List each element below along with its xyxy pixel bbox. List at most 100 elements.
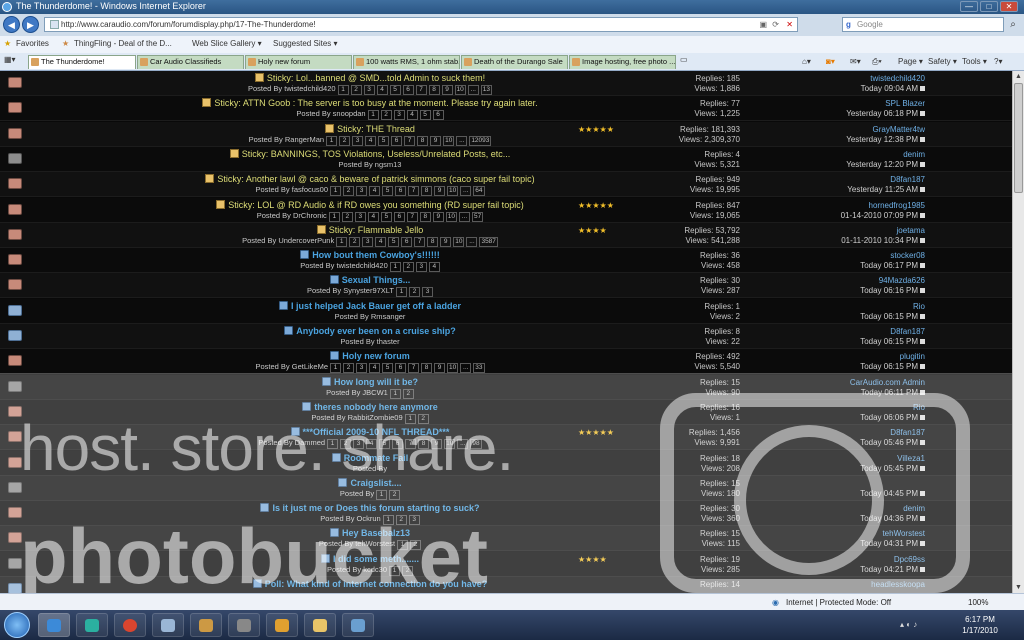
taskbar-app[interactable] <box>190 613 222 637</box>
maximize-button[interactable]: □ <box>980 1 998 12</box>
thread-row[interactable]: Sticky: Another lawl @ caco & beware of … <box>0 172 1012 197</box>
page-link[interactable]: 2 <box>395 515 407 525</box>
thread-row[interactable]: Holy new forum Posted By GetLikeMe 1 2 3 4 5 6 7… <box>0 349 1012 374</box>
page-link[interactable]: 4 <box>365 136 377 146</box>
thread-author[interactable]: Posted By UndercoverPunk <box>242 236 334 245</box>
thread-author[interactable]: Posted By tehWorstest <box>319 539 395 548</box>
fav-item-thingfling[interactable]: ThingFling - Deal of the D... <box>74 39 172 48</box>
page-link[interactable]: 3 <box>393 110 405 120</box>
address-input[interactable]: http://www.caraudio.com/forum/forumdispl… <box>44 17 798 32</box>
page-link[interactable]: 2 <box>343 363 355 373</box>
vertical-scrollbar[interactable]: ▲ ▼ <box>1012 71 1024 593</box>
help-menu[interactable]: ?▾ <box>994 57 1002 66</box>
page-link[interactable]: 6 <box>402 85 414 95</box>
thread-title-link[interactable]: Poll: What kind of internet connection d… <box>265 579 488 589</box>
compat-icon[interactable]: ▣ <box>759 19 767 31</box>
tab-classifieds[interactable]: Car Audio Classifieds <box>137 55 244 69</box>
thread-title-link[interactable]: Sticky: THE Thread <box>337 124 415 134</box>
page-link[interactable]: 6 <box>432 110 444 120</box>
thread-title-link[interactable]: Hey Basebalz13 <box>342 528 410 538</box>
stop-icon[interactable]: ✕ <box>786 19 793 31</box>
page-link[interactable]: 6 <box>392 439 404 449</box>
page-link[interactable]: ... <box>457 439 469 449</box>
go-to-last-post-icon[interactable] <box>920 137 925 142</box>
page-link[interactable]: 3 <box>362 237 374 247</box>
search-icon[interactable]: ⌕ <box>1006 18 1020 32</box>
page-link[interactable]: 7 <box>415 85 427 95</box>
thread-author[interactable]: Posted By <box>353 464 387 473</box>
page-link[interactable]: 8 <box>421 363 433 373</box>
thread-title-link[interactable]: Sticky: BANNINGS, TOS Violations, Useles… <box>242 149 511 159</box>
home-icon[interactable]: ⌂▾ <box>802 57 811 66</box>
thread-author[interactable]: Posted By <box>340 489 374 498</box>
last-post-user[interactable]: headlesskoopa <box>790 580 925 589</box>
rss-icon[interactable]: ◙▾ <box>826 57 835 66</box>
page-link[interactable]: 4 <box>406 110 418 120</box>
page-link[interactable]: 1 <box>397 540 409 550</box>
page-link[interactable]: 9 <box>440 237 452 247</box>
page-link[interactable]: 2 <box>340 439 352 449</box>
page-link[interactable]: 2 <box>343 186 355 196</box>
last-post-user[interactable]: Villeza1 <box>790 454 925 463</box>
page-link[interactable]: 2 <box>402 389 414 399</box>
tab-thunderdome[interactable]: The Thunderdome! <box>28 55 136 69</box>
thread-author[interactable]: Posted By RabbitZombie09 <box>311 413 402 422</box>
page-link[interactable]: 1 <box>330 186 342 196</box>
thread-row[interactable]: Sticky: ATTN Goob : The server is too bu… <box>0 96 1012 121</box>
minimize-button[interactable]: — <box>960 1 978 12</box>
page-link[interactable]: 5 <box>382 186 394 196</box>
thread-title-link[interactable]: How long will it be? <box>334 377 418 387</box>
page-link[interactable]: 7 <box>404 136 416 146</box>
thread-row[interactable]: Hey Basebalz13 Posted By tehWorstest 1 2 Rep… <box>0 526 1012 551</box>
last-post-user[interactable]: Rio <box>790 302 925 311</box>
thread-title-link[interactable]: How bout them Cowboy's!!!!!! <box>312 250 440 260</box>
go-to-last-post-icon[interactable] <box>920 288 925 293</box>
page-link[interactable]: 2 <box>402 566 414 576</box>
thread-title-link[interactable]: Sexual Things... <box>342 275 411 285</box>
page-menu[interactable]: Page ▾ <box>898 57 923 66</box>
page-link[interactable]: 3 <box>422 287 433 297</box>
page-link[interactable]: 3 <box>354 212 366 222</box>
page-link[interactable]: 1 <box>404 414 416 424</box>
thread-author[interactable]: Posted By snoopdan <box>296 109 365 118</box>
taskbar-player[interactable] <box>266 613 298 637</box>
go-to-last-post-icon[interactable] <box>920 339 925 344</box>
go-to-last-post-icon[interactable] <box>920 466 925 471</box>
favorites-star-icon[interactable]: ★ <box>4 39 11 48</box>
page-link[interactable]: 2 <box>417 414 429 424</box>
thread-author[interactable]: Posted By JBCW1 <box>326 388 388 397</box>
page-link[interactable]: 8 <box>427 237 439 247</box>
thread-row[interactable]: Sticky: THE Thread Posted By RangerMan 1 2 3… <box>0 122 1012 147</box>
thread-title-link[interactable]: Sticky: LOL @ RD Audio & if RD owes you … <box>228 200 523 210</box>
page-link[interactable]: 3 <box>352 136 364 146</box>
page-link[interactable]: 1 <box>389 566 401 576</box>
tab-image-hosting[interactable]: Image hosting, free photo ... <box>569 55 676 69</box>
thread-row[interactable]: Sticky: BANNINGS, TOS Violations, Useles… <box>0 147 1012 172</box>
go-to-last-post-icon[interactable] <box>920 213 925 218</box>
page-link[interactable]: 4 <box>376 85 388 95</box>
security-zone[interactable]: Internet | Protected Mode: Off <box>786 598 891 607</box>
thread-title-link[interactable]: Sticky: ATTN Goob : The server is too bu… <box>214 98 537 108</box>
page-link[interactable]: 7 <box>405 439 417 449</box>
zoom-level[interactable]: 100% <box>968 598 988 607</box>
page-link[interactable]: 1 <box>389 262 401 272</box>
taskbar-game[interactable] <box>228 613 260 637</box>
page-link[interactable]: 3 <box>356 363 368 373</box>
page-link[interactable]: 10 <box>443 136 455 146</box>
page-link[interactable]: 7 <box>406 212 418 222</box>
clock[interactable]: 6:17 PM 1/17/2010 <box>955 614 1005 636</box>
thread-author[interactable]: Posted By Rmsanger <box>335 312 406 321</box>
last-post-user[interactable]: D8fan187 <box>790 327 925 336</box>
page-link[interactable]: 5 <box>389 85 401 95</box>
page-link[interactable]: 2 <box>402 262 414 272</box>
system-tray-icons[interactable]: ▴ ◐ ♪ <box>900 620 917 629</box>
go-to-last-post-icon[interactable] <box>920 162 925 167</box>
page-link[interactable]: 7 <box>408 186 420 196</box>
last-post-user[interactable]: hornedfrog1985 <box>790 201 926 210</box>
thread-author[interactable]: Posted By thaster <box>340 337 399 346</box>
page-link[interactable]: 2 <box>389 490 401 500</box>
page-link[interactable]: 2 <box>409 287 420 297</box>
page-link[interactable]: 3 <box>356 186 368 196</box>
last-post-user[interactable]: tehWorstest <box>790 529 925 538</box>
page-link[interactable]: 9 <box>430 136 442 146</box>
